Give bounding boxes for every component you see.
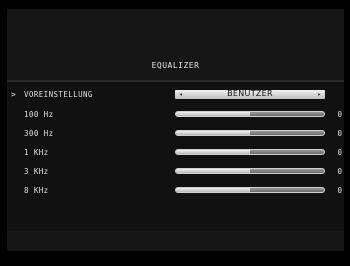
- band-slider[interactable]: [175, 149, 325, 155]
- preset-row[interactable]: > VOREINSTELLUNG ◂ BENUTZER ▸: [7, 88, 344, 102]
- slider-fill: [176, 112, 250, 116]
- band-slider[interactable]: [175, 130, 325, 136]
- band-row-8khz[interactable]: 8 KHz 0: [7, 184, 344, 198]
- preset-label: VOREINSTELLUNG: [24, 90, 93, 99]
- arrow-right-icon[interactable]: ▸: [317, 89, 321, 100]
- slider-fill: [176, 169, 250, 173]
- band-value: 0: [337, 167, 342, 176]
- preset-selector[interactable]: ◂ BENUTZER ▸: [175, 89, 325, 100]
- band-row-1khz[interactable]: 1 KHz 0: [7, 146, 344, 160]
- band-label: 1 KHz: [24, 148, 49, 157]
- header-band: [7, 9, 344, 81]
- band-value: 0: [337, 186, 342, 195]
- selection-cursor-icon: >: [11, 90, 16, 99]
- footer-band: [7, 231, 344, 251]
- band-value: 0: [337, 110, 342, 119]
- title-divider: [7, 80, 344, 82]
- band-slider[interactable]: [175, 187, 325, 193]
- slider-fill: [176, 188, 250, 192]
- preset-value: BENUTZER: [227, 89, 273, 98]
- band-label: 300 Hz: [24, 129, 54, 138]
- band-value: 0: [337, 129, 342, 138]
- band-label: 8 KHz: [24, 186, 49, 195]
- band-label: 3 KHz: [24, 167, 49, 176]
- page-title: EQUALIZER: [151, 61, 200, 70]
- slider-fill: [176, 150, 250, 154]
- slider-fill: [176, 131, 250, 135]
- band-slider[interactable]: [175, 168, 325, 174]
- band-row-100hz[interactable]: 100 Hz 0: [7, 108, 344, 122]
- band-slider[interactable]: [175, 111, 325, 117]
- band-value: 0: [337, 148, 342, 157]
- band-row-300hz[interactable]: 300 Hz 0: [7, 127, 344, 141]
- band-row-3khz[interactable]: 3 KHz 0: [7, 165, 344, 179]
- band-label: 100 Hz: [24, 110, 54, 119]
- equalizer-screen: EQUALIZER > VOREINSTELLUNG ◂ BENUTZER ▸ …: [7, 9, 344, 251]
